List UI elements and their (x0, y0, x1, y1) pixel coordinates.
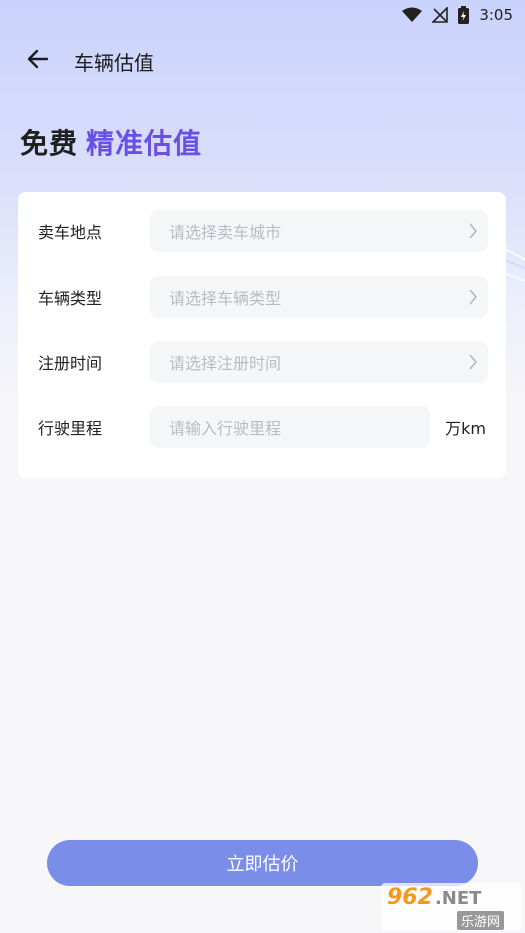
sell-location-label: 卖车地点 (38, 223, 103, 242)
headline-free: 免费 (20, 127, 79, 160)
form-row-vehicle-type: 车辆类型 请选择车辆类型 (18, 276, 506, 318)
registration-time-label: 注册时间 (38, 354, 103, 373)
mileage-unit: 万km (445, 419, 486, 438)
headline-accurate-valuation: 精准估值 (86, 127, 203, 160)
mileage-placeholder: 请输入行驶里程 (169, 419, 282, 438)
back-button[interactable] (18, 41, 58, 81)
sell-city-placeholder: 请选择卖车城市 (169, 223, 282, 242)
page-title: 车辆估值 (74, 50, 154, 75)
sell-city-select[interactable]: 请选择卖车城市 (150, 210, 488, 252)
form-row-registration-time: 注册时间 请选择注册时间 (18, 341, 506, 383)
mileage-input[interactable]: 请输入行驶里程 (150, 406, 430, 448)
valuation-form-card: 卖车地点 请选择卖车城市 车辆类型 请选择车辆类型 注册时间 请选择注册时间 行… (18, 192, 506, 478)
form-row-sell-location: 卖车地点 请选择卖车城市 (18, 210, 506, 252)
registration-time-select[interactable]: 请选择注册时间 (150, 341, 488, 383)
watermark-brand: 962 .NET (387, 885, 482, 910)
watermark-sub: 乐游网 (457, 911, 505, 930)
status-time: 3:05 (479, 6, 513, 24)
registration-time-placeholder: 请选择注册时间 (169, 354, 282, 373)
status-bar: 3:05 (0, 0, 525, 30)
chevron-right-icon (468, 353, 478, 375)
no-signal-icon (432, 7, 449, 23)
form-row-mileage: 行驶里程 请输入行驶里程 万km (18, 406, 506, 448)
battery-charging-icon (458, 6, 470, 24)
wifi-icon (402, 7, 423, 23)
estimate-now-button[interactable]: 立即估价 (47, 840, 478, 886)
mileage-label: 行驶里程 (38, 419, 103, 438)
chevron-right-icon (468, 288, 478, 310)
chevron-right-icon (468, 222, 478, 244)
vehicle-type-label: 车辆类型 (38, 289, 103, 308)
watermark-logo: 962 .NET 乐游网 (381, 883, 521, 931)
vehicle-type-select[interactable]: 请选择车辆类型 (150, 276, 488, 318)
headline: 免费 精准估值 (20, 122, 202, 162)
vehicle-type-placeholder: 请选择车辆类型 (169, 289, 282, 308)
navigation-bar: 车辆估值 (0, 38, 525, 84)
arrow-left-icon (27, 49, 49, 73)
